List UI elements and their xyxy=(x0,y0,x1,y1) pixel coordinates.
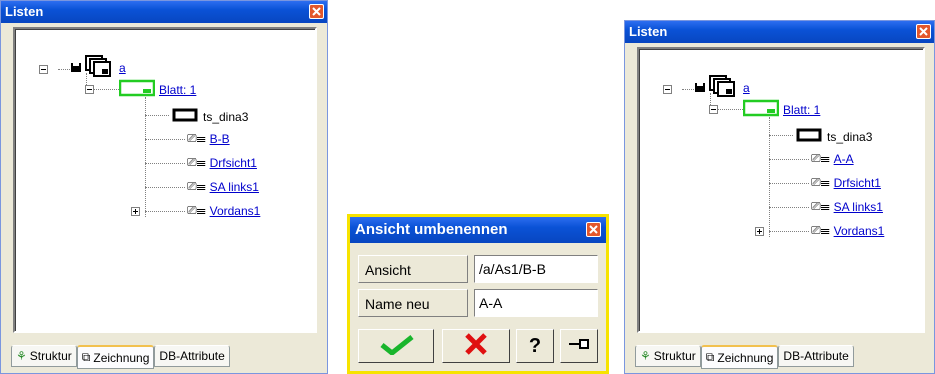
frame-label[interactable]: ts_dina3 xyxy=(203,110,248,124)
view-icon: ⎚☰ xyxy=(187,131,206,145)
tree-view-node[interactable]: ⎚☰ B-B xyxy=(187,131,230,146)
drawing-icon: ⧉ xyxy=(81,350,91,364)
view-label[interactable]: Drfsicht1 xyxy=(834,176,881,190)
view-icon: ⎚☰ xyxy=(811,175,830,189)
floppy-icon xyxy=(71,61,81,75)
new-name-label: Name neu xyxy=(358,289,468,317)
tree-frame-node[interactable]: ts_dina3 xyxy=(795,127,872,146)
rename-view-dialog: Ansicht umbenennen Ansicht /a/As1/B-B Na… xyxy=(347,214,609,374)
view-icon: ⎚☰ xyxy=(187,155,206,169)
new-name-input[interactable]: A-A xyxy=(474,289,598,317)
collapse-root-icon[interactable] xyxy=(39,65,48,74)
tab-label: DB-Attribute xyxy=(159,349,225,363)
tree-view-node[interactable]: ⎚☰ SA links1 xyxy=(811,199,883,214)
collapse-root-icon[interactable] xyxy=(663,85,672,94)
close-icon[interactable] xyxy=(309,4,324,19)
tree-view-node[interactable]: ⎚☰ Vordans1 xyxy=(811,223,884,238)
tab-db-attribute[interactable]: DB-Attribute xyxy=(154,345,230,367)
tree-view-node[interactable]: ⎚☰ Drfsicht1 xyxy=(811,175,881,190)
ok-button[interactable] xyxy=(358,329,434,363)
view-label: Ansicht xyxy=(358,255,468,283)
right-list-panel: Listen a Blatt: 1 ts_dina3 ⎚☰ A-A ⎚☰ Drf… xyxy=(624,20,935,374)
view-label[interactable]: Vordans1 xyxy=(834,224,885,238)
view-icon: ⎚☰ xyxy=(811,199,830,213)
left-list-panel: Listen a Blatt: 1 ts_dina3 ⎚☰ B-B ⎚☰ Drf… xyxy=(0,0,328,374)
view-icon: ⎚☰ xyxy=(187,203,206,217)
cross-icon xyxy=(463,331,489,362)
tab-zeichnung[interactable]: ⧉ Zeichnung xyxy=(700,345,779,369)
tree-sheet-node[interactable]: Blatt: 1 xyxy=(118,79,196,100)
view-label[interactable]: Drfsicht1 xyxy=(210,156,257,170)
drawing-stack-icon xyxy=(709,75,739,100)
tree-root-node[interactable]: a xyxy=(695,75,750,100)
tree-view-node[interactable]: ⎚☰ A-A xyxy=(811,151,854,166)
tree-view-node[interactable]: ⎚☰ SA links1 xyxy=(187,179,259,194)
tab-db-attribute[interactable]: DB-Attribute xyxy=(778,345,854,367)
tree-structure-icon: ⚘ xyxy=(640,349,651,363)
expand-view-icon[interactable] xyxy=(755,227,764,236)
view-icon: ⎚☰ xyxy=(811,223,830,237)
view-label[interactable]: B-B xyxy=(210,132,230,146)
view-path-field: /a/As1/B-B xyxy=(474,255,598,283)
help-icon: ? xyxy=(528,334,542,357)
root-label[interactable]: a xyxy=(119,61,126,75)
root-label[interactable]: a xyxy=(743,81,750,95)
view-label[interactable]: SA links1 xyxy=(834,200,883,214)
drawing-icon: ⧉ xyxy=(705,350,715,364)
help-button[interactable]: ? xyxy=(516,329,554,363)
tab-label: Zeichnung xyxy=(717,350,774,365)
tab-struktur[interactable]: ⚘ Struktur xyxy=(11,345,77,367)
tab-zeichnung[interactable]: ⧉ Zeichnung xyxy=(76,345,155,369)
view-label[interactable]: A-A xyxy=(834,152,854,166)
tree-structure-icon: ⚘ xyxy=(16,349,27,363)
left-structure-tree[interactable]: a Blatt: 1 ts_dina3 ⎚☰ B-B ⎚☰ Drfsicht1 … xyxy=(13,27,317,333)
left-panel-title: Listen xyxy=(1,1,327,23)
floppy-icon xyxy=(695,81,705,95)
sheet-icon xyxy=(742,99,780,120)
tree-view-node[interactable]: ⎚☰ Drfsicht1 xyxy=(187,155,257,170)
tab-struktur[interactable]: ⚘ Struktur xyxy=(635,345,701,367)
pin-icon xyxy=(568,337,590,355)
sheet-label[interactable]: Blatt: 1 xyxy=(783,103,820,117)
tree-sheet-node[interactable]: Blatt: 1 xyxy=(742,99,820,120)
tab-label: DB-Attribute xyxy=(783,349,849,363)
tree-view-node[interactable]: ⎚☰ Vordans1 xyxy=(187,203,260,218)
view-icon: ⎚☰ xyxy=(811,151,830,165)
tree-frame-node[interactable]: ts_dina3 xyxy=(171,107,248,126)
view-icon: ⎚☰ xyxy=(187,179,206,193)
drawing-stack-icon xyxy=(85,55,115,80)
close-icon[interactable] xyxy=(586,222,601,237)
pin-button[interactable] xyxy=(560,329,598,363)
collapse-sheet-icon[interactable] xyxy=(85,85,94,94)
tab-label: Zeichnung xyxy=(93,350,150,365)
view-label[interactable]: SA links1 xyxy=(210,180,259,194)
right-panel-title: Listen xyxy=(625,21,934,43)
tab-label: Struktur xyxy=(653,349,696,363)
sheet-icon xyxy=(118,79,156,100)
frame-label[interactable]: ts_dina3 xyxy=(827,130,872,144)
frame-icon xyxy=(795,127,823,146)
collapse-sheet-icon[interactable] xyxy=(709,105,718,114)
sheet-label[interactable]: Blatt: 1 xyxy=(159,83,196,97)
right-structure-tree[interactable]: a Blatt: 1 ts_dina3 ⎚☰ A-A ⎚☰ Drfsicht1 … xyxy=(637,47,925,333)
view-label[interactable]: Vordans1 xyxy=(210,204,261,218)
checkmark-icon xyxy=(376,333,416,360)
expand-view-icon[interactable] xyxy=(131,207,140,216)
dialog-title: Ansicht umbenennen xyxy=(350,217,606,243)
tree-root-node[interactable]: a xyxy=(71,55,126,80)
frame-icon xyxy=(171,107,199,126)
cancel-button[interactable] xyxy=(442,329,510,363)
tab-label: Struktur xyxy=(29,349,72,363)
close-icon[interactable] xyxy=(916,24,931,39)
